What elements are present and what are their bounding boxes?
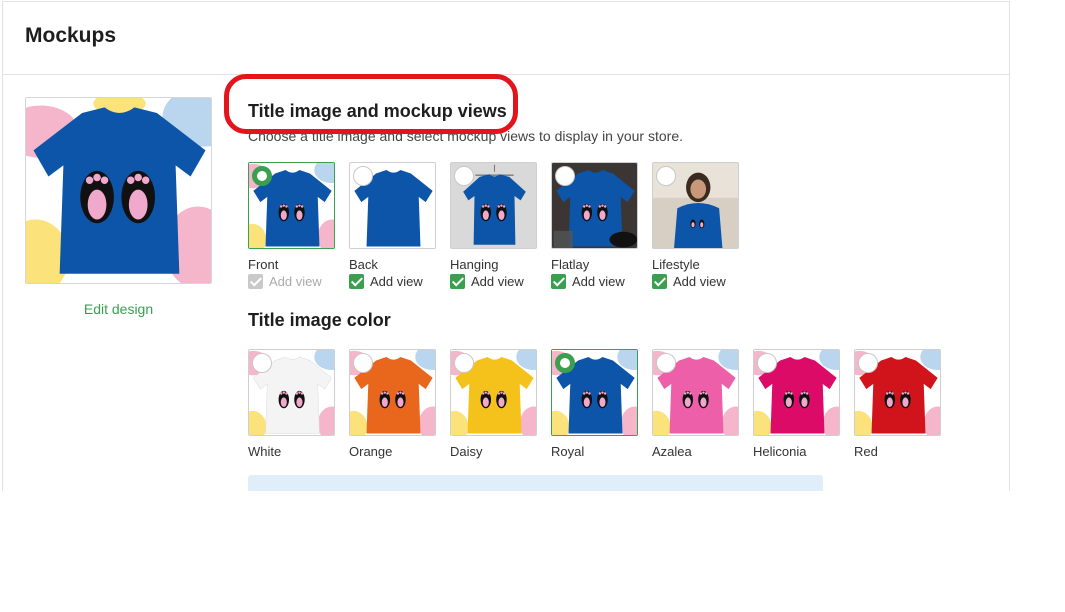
page-title: Mockups: [25, 24, 117, 47]
view-label: Flatlay: [551, 257, 590, 272]
color-section-title: Title image color: [248, 310, 391, 330]
design-preview: [25, 97, 212, 284]
view-label: Lifestyle: [652, 257, 700, 272]
checkbox-checked-icon[interactable]: [551, 274, 566, 289]
view-radio-lifestyle[interactable]: [656, 166, 676, 186]
color-radio-royal[interactable]: [555, 353, 575, 373]
checkbox-checked-icon[interactable]: [349, 274, 364, 289]
add-view-checkbox-lifestyle[interactable]: Add view: [652, 274, 726, 289]
view-label: Back: [349, 257, 378, 272]
color-radio-orange[interactable]: [353, 353, 373, 373]
color-thumb-heliconia[interactable]: [753, 349, 840, 436]
edit-design-link[interactable]: Edit design: [25, 301, 212, 317]
add-view-checkbox-back[interactable]: Add view: [349, 274, 423, 289]
color-thumb-royal[interactable]: [551, 349, 638, 436]
add-view-label: Add view: [269, 274, 322, 289]
color-thumb-red[interactable]: [854, 349, 941, 436]
views-section-description: Choose a title image and select mockup v…: [248, 128, 683, 144]
color-thumb-white[interactable]: [248, 349, 335, 436]
color-label: Orange: [349, 444, 393, 459]
view-radio-hanging[interactable]: [454, 166, 474, 186]
view-thumb-flatlay[interactable]: [551, 162, 638, 249]
view-radio-flatlay[interactable]: [555, 166, 575, 186]
mockups-panel: Mockups Edit design Title image and mock…: [2, 1, 1010, 491]
add-view-label: Add view: [673, 274, 726, 289]
color-radio-white[interactable]: [252, 353, 272, 373]
color-radio-azalea[interactable]: [656, 353, 676, 373]
color-radio-daisy[interactable]: [454, 353, 474, 373]
checkbox-checked-icon: [248, 274, 263, 289]
color-label: White: [248, 444, 282, 459]
color-radio-heliconia[interactable]: [757, 353, 777, 373]
color-radio-red[interactable]: [858, 353, 878, 373]
view-radio-back[interactable]: [353, 166, 373, 186]
color-label: Red: [854, 444, 878, 459]
color-thumb-orange[interactable]: [349, 349, 436, 436]
color-thumb-azalea[interactable]: [652, 349, 739, 436]
checkbox-checked-icon[interactable]: [652, 274, 667, 289]
view-label: Front: [248, 257, 279, 272]
view-thumb-back[interactable]: [349, 162, 436, 249]
info-banner: [248, 475, 823, 491]
add-view-checkbox-front: Add view: [248, 274, 322, 289]
panel-header: Mockups: [3, 2, 1009, 75]
checkbox-checked-icon[interactable]: [450, 274, 465, 289]
color-label: Royal: [551, 444, 585, 459]
add-view-checkbox-flatlay[interactable]: Add view: [551, 274, 625, 289]
view-radio-front[interactable]: [252, 166, 272, 186]
view-label: Hanging: [450, 257, 499, 272]
color-thumb-daisy[interactable]: [450, 349, 537, 436]
add-view-label: Add view: [471, 274, 524, 289]
preview-shirt-image: [26, 98, 211, 283]
color-label: Heliconia: [753, 444, 807, 459]
views-section-title: Title image and mockup views: [248, 101, 507, 121]
view-thumb-hanging[interactable]: [450, 162, 537, 249]
view-thumb-front[interactable]: [248, 162, 335, 249]
view-thumb-lifestyle[interactable]: [652, 162, 739, 249]
add-view-checkbox-hanging[interactable]: Add view: [450, 274, 524, 289]
add-view-label: Add view: [370, 274, 423, 289]
color-label: Daisy: [450, 444, 483, 459]
color-label: Azalea: [652, 444, 692, 459]
add-view-label: Add view: [572, 274, 625, 289]
